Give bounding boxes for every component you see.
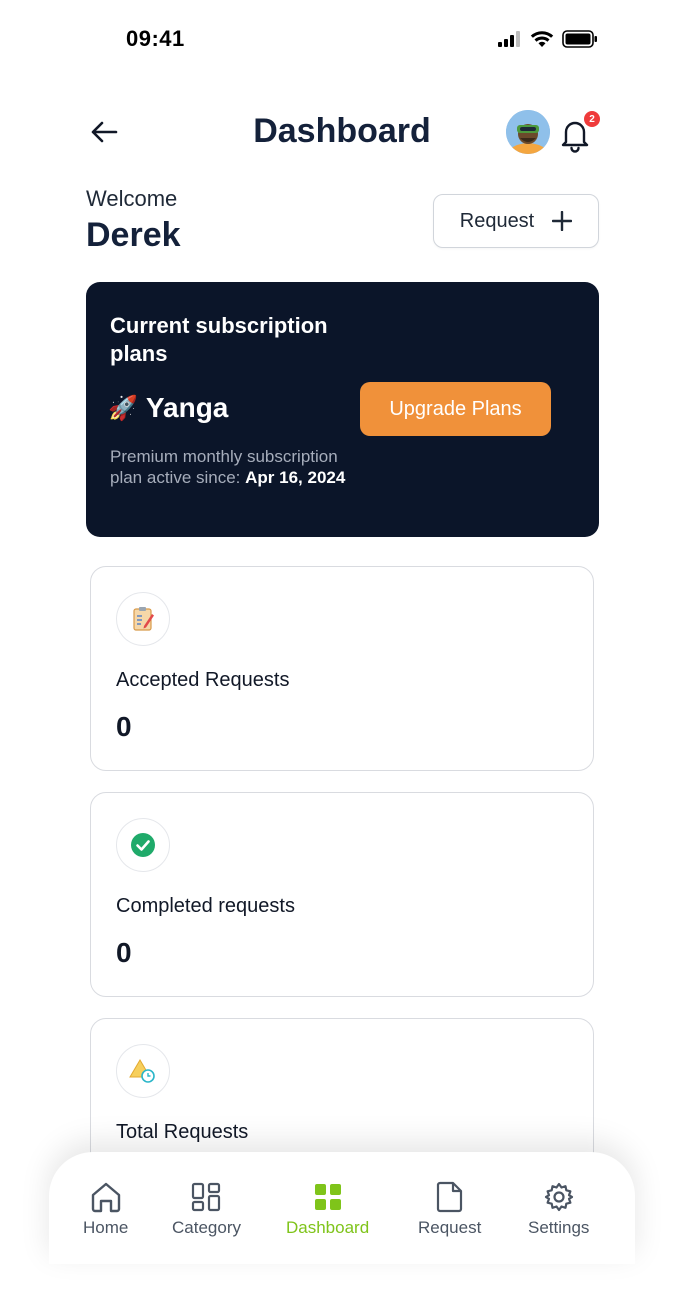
subscription-title: Current subscription plans (110, 313, 328, 366)
stat-label: Accepted Requests (116, 669, 290, 691)
nav-label: Home (83, 1218, 129, 1237)
nav-label: Dashboard (286, 1218, 370, 1237)
nav-label: Request (418, 1218, 482, 1237)
welcome-label: Welcome (86, 186, 178, 211)
stat-label: Total Requests (116, 1121, 249, 1143)
nav-item-home[interactable]: Home (83, 1180, 128, 1238)
check-circle-icon (131, 833, 155, 857)
plan-description: Premium monthly subscription plan active… (110, 446, 350, 488)
home-icon (91, 1182, 120, 1213)
battery-icon (562, 30, 597, 48)
nav-item-category[interactable]: Category (172, 1180, 241, 1238)
nav-item-request[interactable]: Request (418, 1180, 481, 1238)
subscription-card: Current subscription plans 🚀 Yanga Premi… (86, 282, 599, 537)
stat-icon-wrapper (116, 818, 170, 872)
clipboard-icon (133, 607, 154, 631)
stat-value: 0 (116, 711, 132, 742)
dashboard-screen: 09:41 Dashboard 2 Welcome Derek Request … (0, 0, 684, 1310)
plan-name-row: 🚀 Yanga (108, 392, 228, 424)
status-time: 09:41 (126, 26, 185, 51)
rocket-icon: 🚀 (108, 394, 138, 422)
avatar[interactable] (506, 110, 550, 154)
plan-since-date: Apr 16, 2024 (245, 468, 346, 487)
completed-requests-card[interactable]: Completed requests 0 (90, 792, 594, 997)
nav-item-dashboard[interactable]: Dashboard (286, 1180, 369, 1238)
stat-icon-wrapper (116, 1044, 170, 1098)
new-request-button[interactable]: Request (433, 194, 599, 248)
gear-icon (544, 1182, 573, 1212)
plan-name: Yanga (145, 392, 229, 423)
accepted-requests-card[interactable]: Accepted Requests 0 (90, 566, 594, 771)
request-button-label: Request (459, 209, 535, 232)
status-icons (498, 30, 598, 48)
stat-label: Completed requests (116, 895, 295, 917)
notification-badge: 2 (584, 111, 600, 127)
plus-icon (552, 211, 573, 231)
category-icon (192, 1182, 221, 1212)
wifi-icon (530, 31, 554, 47)
nav-label: Category (172, 1218, 241, 1237)
document-icon (436, 1181, 462, 1213)
nav-label: Settings (528, 1218, 590, 1237)
user-name: Derek (86, 216, 181, 254)
warning-clock-icon (129, 1059, 155, 1083)
signal-icon (498, 31, 520, 47)
dashboard-icon (314, 1184, 341, 1210)
stat-icon-wrapper (116, 592, 170, 646)
stat-value: 0 (116, 937, 132, 968)
nav-item-settings[interactable]: Settings (528, 1180, 589, 1238)
upgrade-plans-button[interactable]: Upgrade Plans (360, 382, 551, 436)
bottom-navigation: Home Category Dashboard Request Settings (49, 1152, 635, 1264)
